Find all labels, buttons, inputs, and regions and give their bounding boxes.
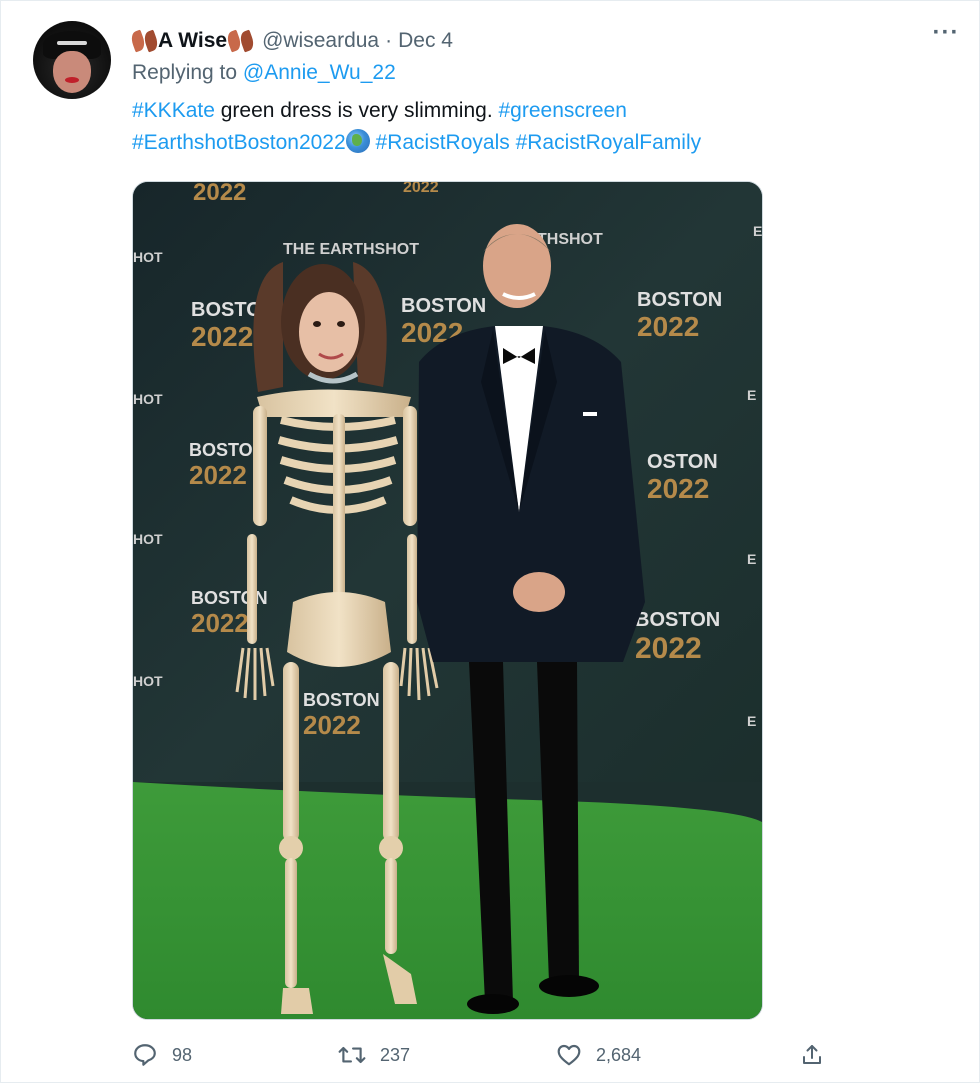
hashtag-link[interactable]: #KKKate xyxy=(132,99,215,122)
backdrop-city: BOSTON xyxy=(635,609,720,631)
more-icon[interactable]: ··· xyxy=(929,21,963,51)
backdrop-year: 2022 xyxy=(191,321,253,352)
backdrop-city: BOSTON xyxy=(401,295,486,317)
like-count: 2,684 xyxy=(596,1044,642,1065)
backdrop-fragment: HOT xyxy=(133,249,163,265)
hashtag-link[interactable]: #RacistRoyals xyxy=(376,131,510,154)
replying-to-label: Replying to xyxy=(132,61,238,84)
tweet-text-plain: green dress is very slimming. xyxy=(214,99,499,122)
hashtag-link[interactable]: #greenscreen xyxy=(499,99,627,122)
tweet-date[interactable]: Dec 4 xyxy=(398,29,453,53)
replying-to-mention[interactable]: @Annie_Wu_22 xyxy=(243,61,396,84)
backdrop-year: 2022 xyxy=(403,182,439,196)
display-name-group[interactable]: A Wise xyxy=(128,29,257,53)
backdrop-year: 2022 xyxy=(191,608,249,638)
retweet-button[interactable]: 237 xyxy=(338,1037,410,1073)
backdrop-fragment: HOT xyxy=(133,673,163,689)
globe-emoji-icon xyxy=(345,129,370,153)
backdrop-fragment: HOT xyxy=(133,391,163,407)
tweet-text: #KKKate green dress is very slimming. #g… xyxy=(132,95,932,159)
retweet-icon xyxy=(338,1046,366,1064)
avatar[interactable] xyxy=(33,21,111,99)
backdrop-year: 2022 xyxy=(193,182,246,206)
backdrop-city: BOSTON xyxy=(637,289,722,311)
backdrop-brand: THE EARTHSHOT xyxy=(283,241,419,258)
share-icon xyxy=(803,1045,821,1064)
reply-icon xyxy=(134,1044,156,1066)
heart-icon xyxy=(557,1044,581,1066)
backdrop-year: 2022 xyxy=(303,710,361,740)
avatar-face xyxy=(53,51,91,93)
separator-dot: · xyxy=(385,29,393,52)
hashtag-link[interactable]: #RacistRoyalFamily xyxy=(516,131,702,154)
backdrop-fragment: E xyxy=(747,387,756,403)
backdrop-year: 2022 xyxy=(647,473,709,504)
backdrop-year: 2022 xyxy=(189,460,247,490)
backdrop-year: 2022 xyxy=(635,632,702,665)
replying-to-line: Replying to @Annie_Wu_22 xyxy=(132,61,396,85)
backdrop-fragment: HOT xyxy=(133,531,163,547)
hashtag-link[interactable]: #EarthshotBoston2022 xyxy=(132,131,346,154)
like-button[interactable]: 2,684 xyxy=(556,1037,641,1073)
backdrop-city: BOSTON xyxy=(303,690,380,710)
avatar-hat-band xyxy=(57,41,87,45)
reply-button[interactable]: 98 xyxy=(132,1037,192,1073)
user-handle[interactable]: @wiseardua xyxy=(262,29,379,53)
share-button[interactable] xyxy=(800,1037,838,1073)
tweet-photo[interactable]: 2022 2022 THE EARTHSHOT THSHOT HOT E BOS… xyxy=(132,181,763,1020)
backdrop-fragment: E xyxy=(753,223,762,239)
backdrop-year: 2022 xyxy=(637,311,699,342)
backdrop-brand: THSHOT xyxy=(537,231,603,248)
retweet-count: 237 xyxy=(380,1044,411,1065)
reply-count: 98 xyxy=(172,1044,193,1065)
photo-illustration: 2022 2022 THE EARTHSHOT THSHOT HOT E BOS… xyxy=(133,182,762,1019)
tweet-header: A Wise @wiseardua · Dec 4 xyxy=(128,27,453,55)
tweet-card[interactable]: A Wise @wiseardua · Dec 4 ··· Replying t… xyxy=(0,0,980,1083)
backdrop-fragment: E xyxy=(747,551,756,567)
leaf-emoji-icon xyxy=(238,29,257,53)
display-name[interactable]: A Wise xyxy=(158,29,227,53)
tweet-actions: 98 237 2,684 xyxy=(132,1037,832,1073)
backdrop-fragment: E xyxy=(747,713,756,729)
green-carpet xyxy=(133,782,762,1019)
avatar-lips xyxy=(65,77,79,83)
backdrop-fragment: OSTON xyxy=(647,451,718,473)
